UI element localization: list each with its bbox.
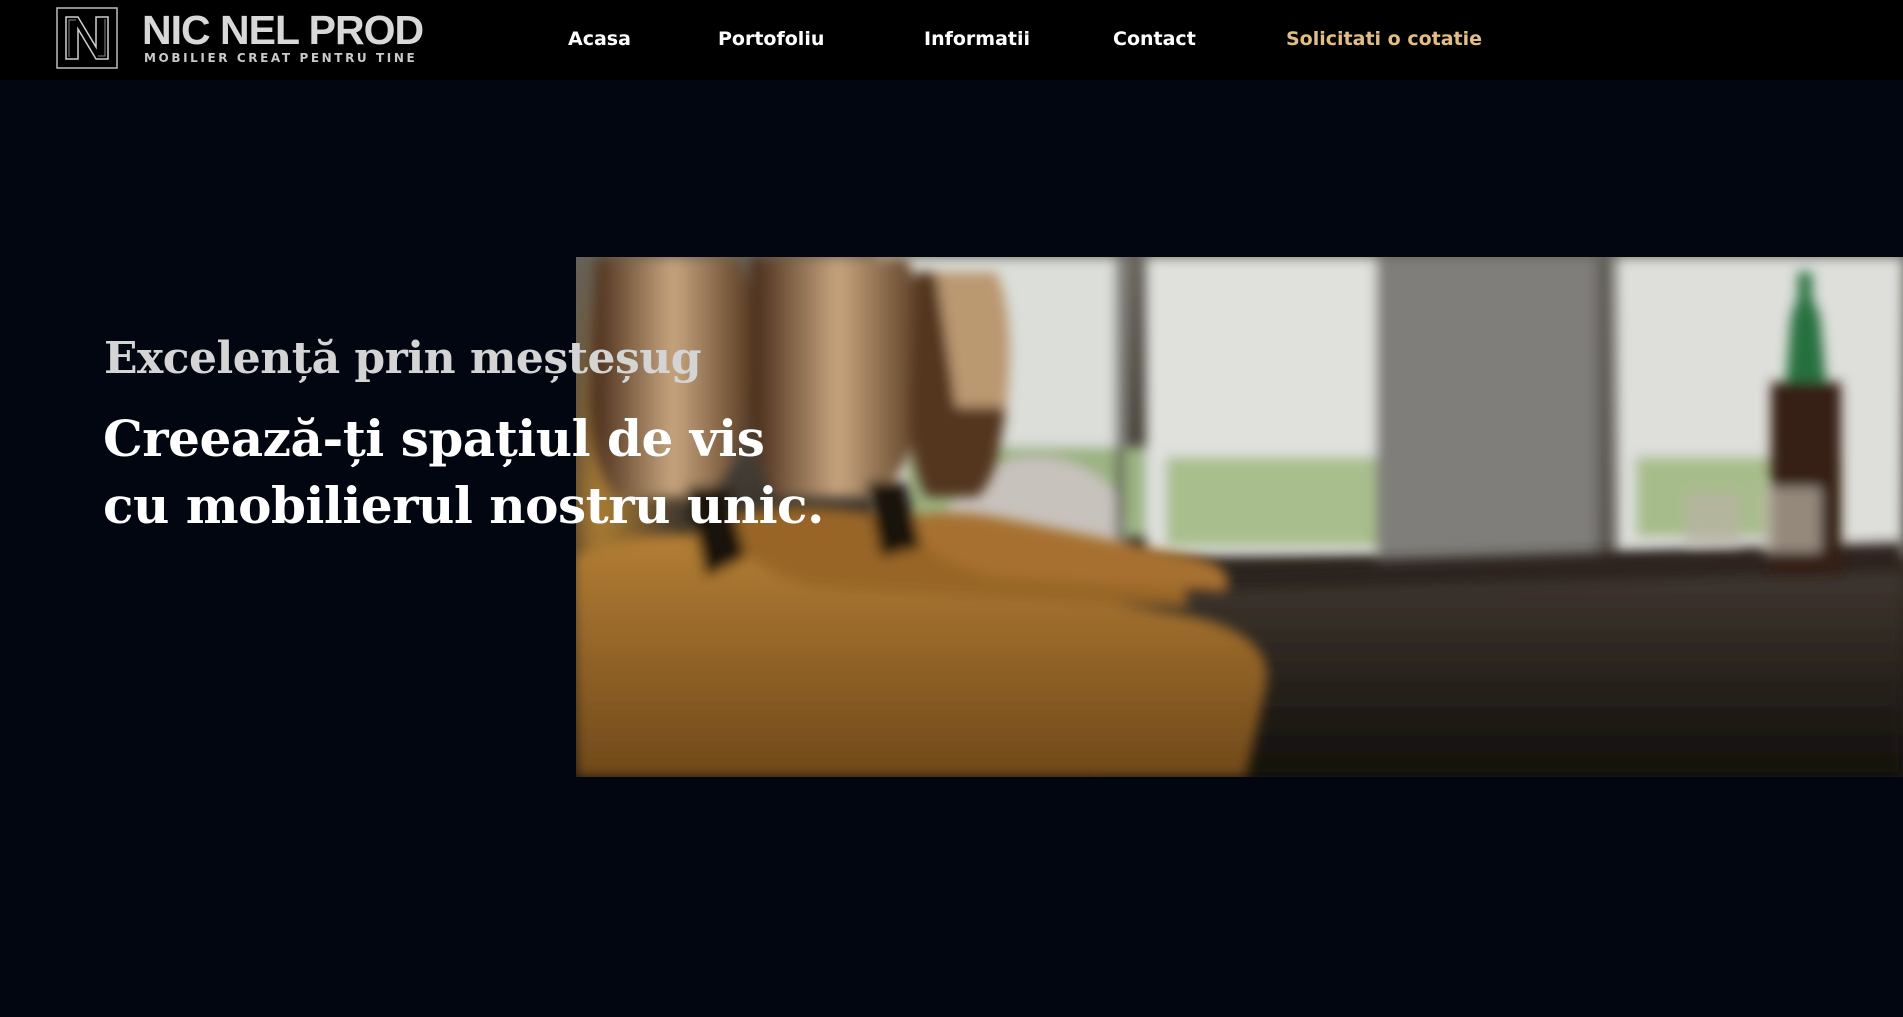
brand-tagline: MOBILIER CREAT PENTRU TINE [144,51,418,65]
nav-item-informatii[interactable]: Informatii [924,26,1030,52]
logo-link[interactable]: NIC NEL PROD MOBILIER CREAT PENTRU TINE [56,7,436,71]
site-header: NIC NEL PROD MOBILIER CREAT PENTRU TINE … [0,0,1903,80]
brand-name: NIC NEL PROD [142,7,424,53]
request-quote-link[interactable]: Solicitati o cotatie [1286,26,1482,52]
logo-n-monogram-icon [56,7,118,69]
hero-heading-line-1: Creează-ți spațiul de vis [103,409,765,468]
nav-item-portofoliu[interactable]: Portofoliu [718,26,824,52]
nav-item-acasa[interactable]: Acasa [568,26,631,52]
page: NIC NEL PROD MOBILIER CREAT PENTRU TINE … [0,0,1903,1017]
hero-heading-line-2: cu mobilierul nostru unic. [103,476,824,535]
hero-kicker: Excelență prin meșteșug [104,333,702,384]
nav-item-contact[interactable]: Contact [1113,26,1196,52]
hero-heading: Creează-ți spațiul de vis cu mobilierul … [103,405,824,539]
